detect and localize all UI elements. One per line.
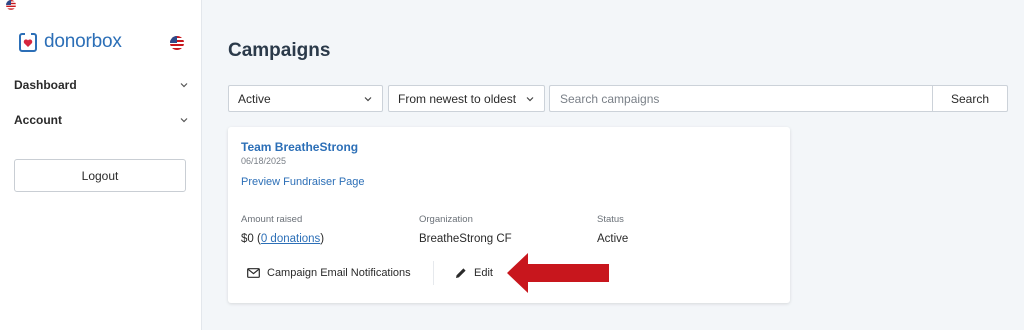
donations-link[interactable]: 0 donations [261, 233, 320, 245]
sidebar-item-label: Dashboard [14, 78, 77, 92]
brand-name: donorbox [44, 31, 122, 52]
edit-button[interactable]: Edit [455, 264, 493, 282]
chevron-down-icon [526, 96, 534, 101]
preview-fundraiser-link[interactable]: Preview Fundraiser Page [241, 176, 365, 188]
organization-label: Organization [419, 214, 473, 225]
donorbox-logo-icon [19, 32, 37, 52]
search-button[interactable]: Search [932, 85, 1008, 112]
organization-value: BreatheStrong CF [419, 233, 512, 245]
status-filter-value: Active [238, 91, 271, 106]
email-notifications-label: Campaign Email Notifications [267, 267, 411, 279]
page-title: Campaigns [228, 40, 331, 61]
campaign-date: 06/18/2025 [241, 156, 287, 166]
sidebar-item-dashboard[interactable]: Dashboard [14, 75, 189, 95]
sort-order-value: From newest to oldest [398, 91, 517, 106]
pencil-icon [456, 268, 466, 278]
amount-value: $0 [241, 233, 254, 245]
search-input[interactable] [549, 85, 933, 112]
chevron-down-icon [180, 118, 188, 123]
amount-paren-open: ( [253, 233, 261, 245]
sort-order-select[interactable]: From newest to oldest [388, 85, 545, 112]
mail-icon [247, 268, 260, 278]
amount-raised-value: $0 (0 donations) [241, 233, 324, 245]
sidebar-item-label: Account [14, 113, 62, 127]
status-filter-select[interactable]: Active [228, 85, 383, 112]
logout-button[interactable]: Logout [14, 159, 186, 192]
action-divider [433, 261, 434, 285]
sidebar-item-account[interactable]: Account [14, 110, 189, 130]
chevron-down-icon [364, 96, 372, 101]
edit-label: Edit [474, 267, 493, 279]
campaign-name-link[interactable]: Team BreatheStrong [241, 140, 358, 154]
status-label: Status [597, 214, 624, 225]
arrow-annotation [507, 253, 609, 293]
status-value: Active [597, 233, 629, 245]
campaign-email-notifications-button[interactable]: Campaign Email Notifications [247, 264, 411, 282]
amount-raised-label: Amount raised [241, 214, 303, 225]
chevron-down-icon [180, 83, 188, 88]
amount-paren-close: ) [320, 233, 325, 245]
brand-logo[interactable]: donorbox [18, 31, 122, 53]
us-flag-icon [6, 0, 16, 10]
sidebar: donorbox Dashboard Account Logout [0, 0, 202, 330]
language-flag-icon[interactable] [170, 36, 184, 50]
